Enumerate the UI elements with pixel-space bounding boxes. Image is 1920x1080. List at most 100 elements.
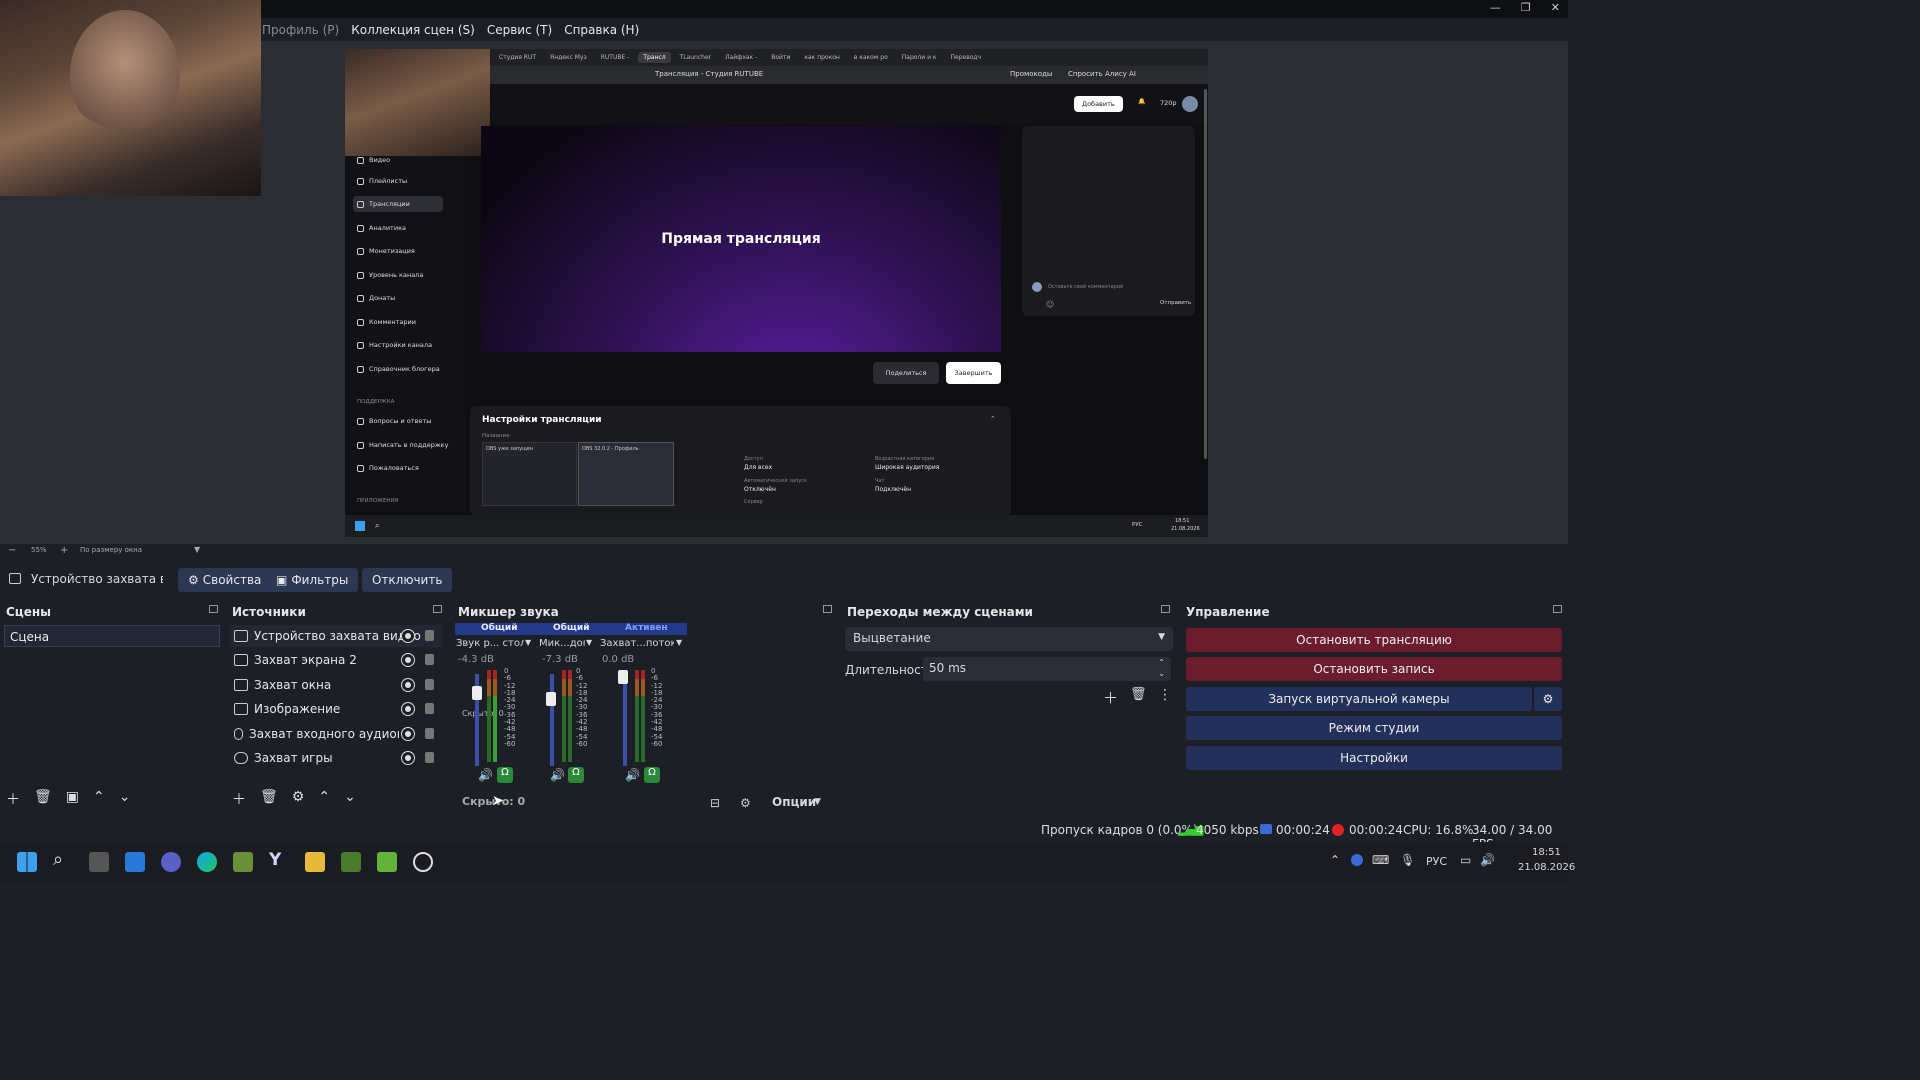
transition-select[interactable]: Выцветание ▼ — [845, 627, 1173, 651]
headphones-icon[interactable]: Ω — [568, 767, 584, 783]
stepper-icon[interactable]: ⌃ ⌄ — [1158, 657, 1165, 679]
source-item[interactable]: Захват экрана 2 — [230, 649, 442, 671]
trash-icon[interactable]: 🗑 — [1130, 687, 1147, 702]
speaker-icon[interactable]: 🔊 — [478, 768, 493, 782]
chat-icon[interactable] — [161, 852, 181, 872]
studio-mode-button[interactable]: Режим студии — [1186, 716, 1562, 740]
volume-slider-handle[interactable] — [546, 692, 556, 706]
add-icon[interactable]: ＋ — [232, 789, 246, 809]
menu-tools[interactable]: Сервис (T) — [487, 23, 552, 37]
source-item[interactable]: Изображение — [230, 698, 442, 720]
minimize-icon[interactable]: — — [1490, 1, 1501, 14]
close-icon[interactable]: ✕ — [1551, 1, 1560, 14]
undock-icon[interactable] — [1553, 605, 1562, 613]
volume-slider-handle[interactable] — [618, 670, 628, 684]
lock-icon[interactable] — [425, 703, 434, 714]
undock-icon[interactable] — [209, 605, 218, 613]
windows-start-icon[interactable] — [17, 852, 37, 872]
chevron-down-icon[interactable]: ▼ — [194, 545, 200, 554]
filter-icon[interactable]: ▣ — [66, 789, 79, 809]
settings-button[interactable]: Настройки — [1186, 746, 1562, 770]
clock-date[interactable]: 21.08.2026 — [1518, 862, 1575, 873]
yandex-icon[interactable]: Y — [269, 850, 289, 870]
undock-icon[interactable] — [433, 605, 442, 613]
gear-icon[interactable]: ⚙ — [1534, 687, 1562, 711]
gear-icon[interactable]: ⚙ — [740, 796, 751, 810]
eye-icon[interactable] — [402, 728, 414, 740]
search-icon[interactable]: ⌕ — [53, 849, 73, 870]
obs-icon[interactable] — [413, 852, 433, 872]
tray-app-icon[interactable] — [1351, 854, 1363, 866]
mixer-options[interactable]: Опции — [772, 795, 816, 809]
eye-icon[interactable] — [402, 654, 414, 666]
stop-stream-button[interactable]: Остановить трансляцию — [1186, 628, 1562, 652]
zoom-in-icon[interactable]: + — [60, 545, 68, 556]
headphones-icon[interactable]: Ω — [644, 767, 660, 783]
more-icon[interactable]: ⋮ — [1158, 687, 1172, 703]
eye-icon[interactable] — [402, 679, 414, 691]
source-item[interactable]: Захват игры — [230, 747, 442, 769]
keyboard-icon[interactable]: ⌨ — [1372, 853, 1389, 867]
menu-profile[interactable]: Профиль (P) — [262, 23, 339, 37]
add-icon[interactable]: ＋ — [1103, 687, 1118, 708]
source-item[interactable]: Захват окна — [230, 674, 442, 696]
volume-slider-handle[interactable] — [472, 686, 482, 700]
minecraft-launcher-icon[interactable] — [341, 852, 361, 872]
scene-item[interactable]: Сцена — [4, 625, 220, 647]
clock-time[interactable]: 18:51 — [1532, 847, 1561, 858]
volume-slider-track[interactable] — [550, 674, 554, 766]
speaker-icon[interactable]: 🔊 — [625, 768, 640, 782]
properties-button[interactable]: ⚙ Свойства — [178, 568, 272, 592]
zoom-out-icon[interactable]: − — [8, 545, 16, 556]
chevron-up-icon[interactable]: ⌃ — [93, 789, 105, 809]
undock-icon[interactable] — [1161, 605, 1170, 613]
restore-icon[interactable]: ❐ — [1521, 1, 1531, 14]
trash-icon[interactable]: 🗑 — [260, 789, 278, 809]
widgets-icon[interactable] — [125, 852, 145, 872]
chevron-down-icon[interactable]: ⌄ — [344, 789, 356, 809]
chevron-up-icon[interactable]: ⌃ — [318, 789, 330, 809]
chevron-down-icon[interactable]: ▼ — [586, 638, 592, 647]
chevron-down-icon[interactable]: ▼ — [676, 638, 682, 647]
trash-icon[interactable]: 🗑 — [34, 789, 52, 809]
lock-icon[interactable] — [425, 630, 434, 641]
undock-icon[interactable] — [823, 605, 832, 613]
task-view-icon[interactable] — [89, 852, 109, 872]
microphone-icon[interactable]: 🎙 — [1400, 853, 1415, 867]
chevron-down-icon[interactable]: ⌄ — [119, 789, 131, 809]
layout-icon[interactable]: ⊟ — [710, 796, 720, 810]
add-icon[interactable]: ＋ — [6, 789, 20, 809]
lock-icon[interactable] — [425, 728, 434, 739]
lock-icon[interactable] — [425, 679, 434, 690]
source-item[interactable]: Устройство захвата видео — [230, 625, 442, 647]
speaker-icon[interactable]: 🔊 — [550, 768, 565, 782]
stop-record-button[interactable]: Остановить запись — [1186, 657, 1562, 681]
filters-button[interactable]: ▣ Фильтры — [266, 568, 359, 592]
deactivate-button[interactable]: Отключить — [362, 568, 453, 592]
menu-scene-collection[interactable]: Коллекция сцен (S) — [351, 23, 475, 37]
menu-help[interactable]: Справка (H) — [564, 23, 639, 37]
headphones-icon[interactable]: Ω — [497, 767, 513, 783]
tray-chevron-icon[interactable]: ⌃ — [1330, 853, 1340, 867]
network-icon[interactable]: ▭ — [1460, 853, 1471, 867]
tlauncher-icon[interactable] — [377, 852, 397, 872]
source-item[interactable]: Захват входного аудиопоток — [230, 723, 442, 745]
preview-canvas[interactable]: Студия RUT Яндекс Муз RUTUBE - Трансл TL… — [345, 49, 1208, 537]
edge-icon[interactable] — [197, 852, 217, 872]
virtual-camera-button[interactable]: Запуск виртуальной камеры — [1186, 687, 1532, 711]
minecraft-icon[interactable] — [233, 852, 253, 872]
chevron-down-icon[interactable]: ▼ — [814, 797, 821, 807]
duration-input[interactable]: 50 ms ⌃ ⌄ — [923, 657, 1171, 681]
lock-icon[interactable] — [425, 654, 434, 665]
volume-slider-track[interactable] — [623, 674, 627, 766]
tray-lang[interactable]: РУС — [1426, 855, 1447, 868]
eye-icon[interactable] — [402, 752, 414, 764]
gear-icon[interactable]: ⚙ — [292, 789, 305, 809]
volume-icon[interactable]: 🔊 — [1480, 853, 1495, 867]
zoom-mode[interactable]: По размеру окна — [80, 546, 142, 554]
eye-icon[interactable] — [402, 630, 414, 642]
chevron-down-icon[interactable]: ▼ — [525, 638, 531, 647]
eye-icon[interactable] — [402, 703, 414, 715]
folder-icon[interactable] — [305, 852, 325, 872]
lock-icon[interactable] — [425, 752, 434, 763]
